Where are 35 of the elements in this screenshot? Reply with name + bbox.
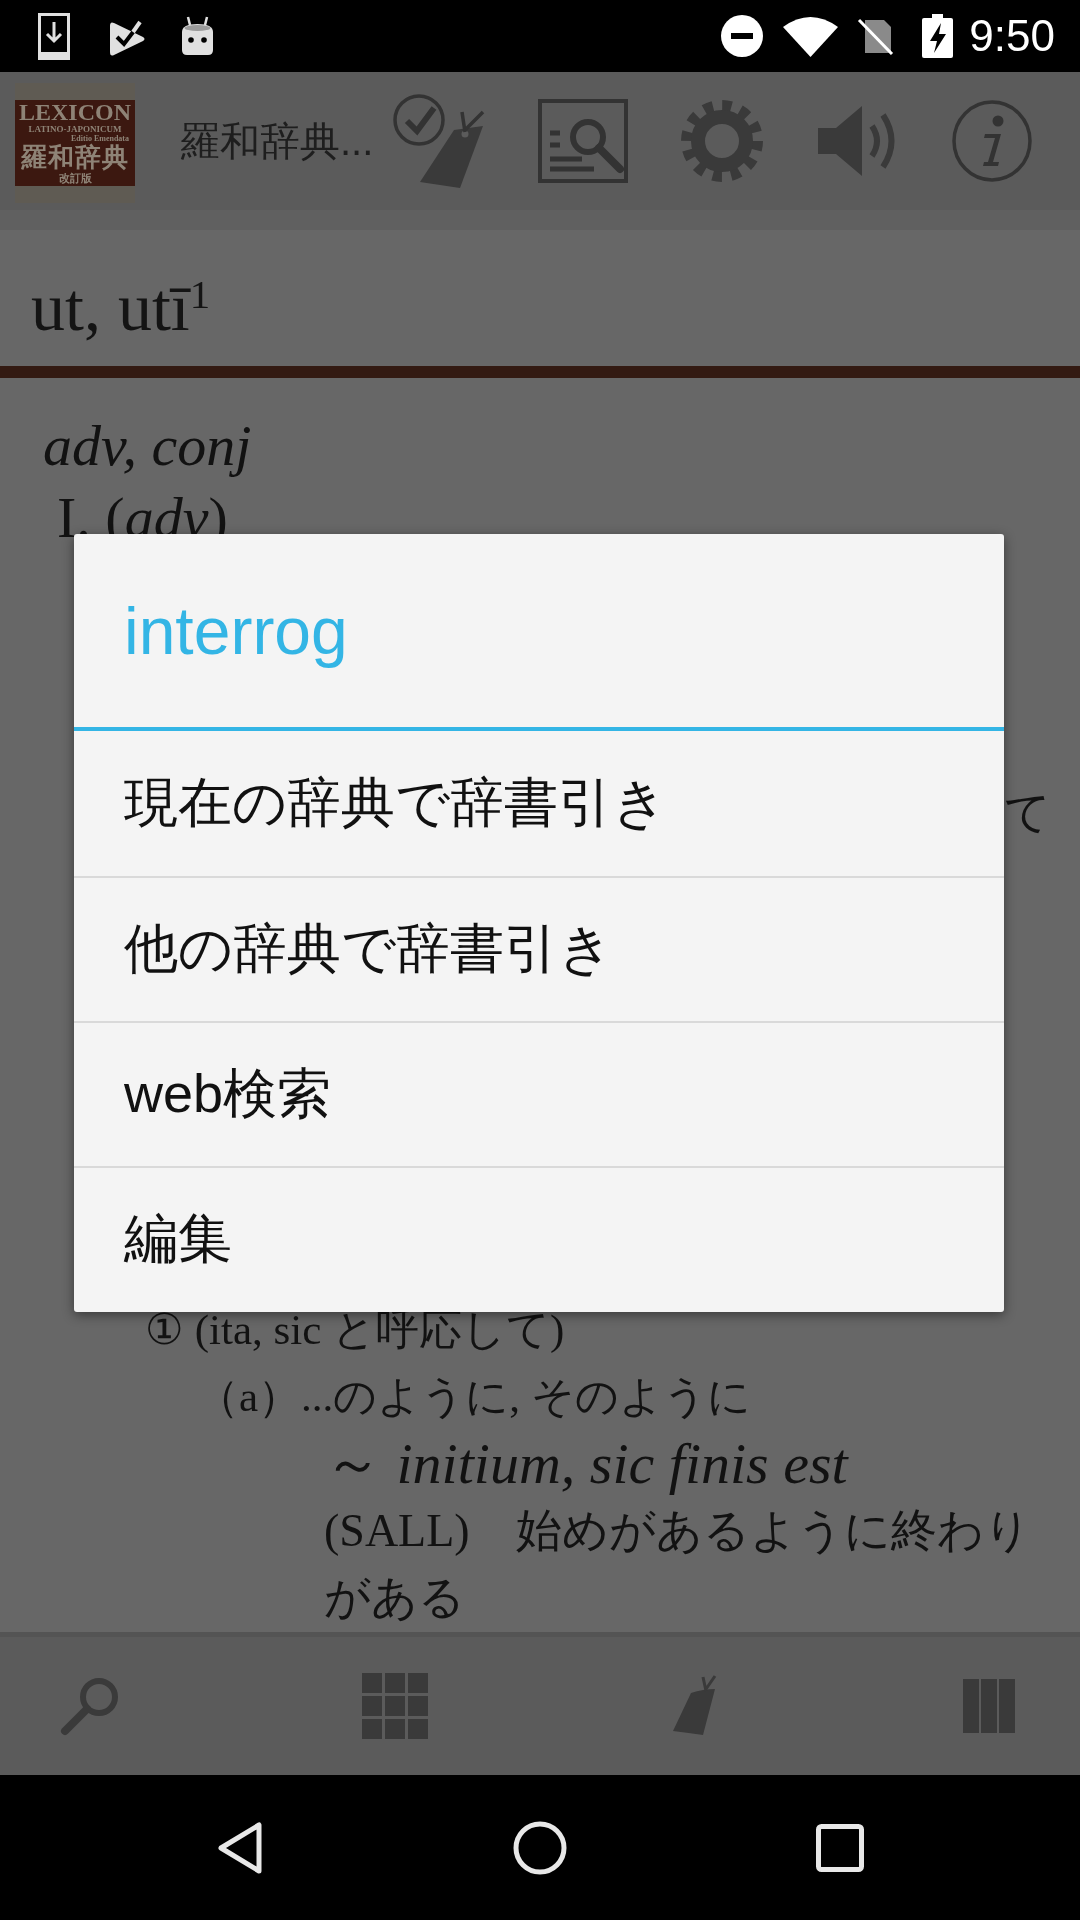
battery-charging-icon bbox=[922, 14, 954, 58]
back-icon[interactable] bbox=[217, 1820, 263, 1875]
recents-icon[interactable] bbox=[816, 1823, 864, 1872]
columns-icon[interactable] bbox=[963, 1679, 1015, 1733]
dialog-title: interrog bbox=[124, 592, 348, 669]
wifi-icon bbox=[783, 15, 839, 57]
info-icon[interactable] bbox=[952, 100, 1032, 182]
document-search-icon[interactable] bbox=[538, 99, 628, 183]
download-icon bbox=[38, 12, 70, 60]
grid-icon[interactable] bbox=[362, 1673, 428, 1739]
settings-icon[interactable] bbox=[680, 99, 764, 183]
no-sim-icon bbox=[856, 17, 895, 55]
logo-latin-subtitle: LATINO-JAPONICUM bbox=[28, 124, 122, 134]
do-not-disturb-icon bbox=[721, 15, 764, 57]
menu-item[interactable]: 編集 bbox=[74, 1166, 1004, 1311]
toolbar-title: 羅和辞典... bbox=[180, 117, 374, 165]
part-of-speech-text: adv, conj bbox=[43, 412, 252, 480]
headword: ut, utī$^{1}$ bbox=[31, 268, 211, 347]
home-icon[interactable] bbox=[513, 1820, 567, 1875]
logo-latin-title: LEXICON bbox=[19, 100, 131, 124]
status-time: 9:50 bbox=[969, 14, 1055, 58]
menu-item[interactable]: 他の辞典で辞書引き bbox=[74, 876, 1004, 1021]
sense-text: （a）...のように, そのように bbox=[196, 1372, 751, 1422]
logo-japanese-title: 羅和辞典 bbox=[21, 143, 129, 172]
translation-text: (SALL) 始めがあるように終わりがある bbox=[324, 1504, 1032, 1625]
search-icon[interactable] bbox=[59, 1675, 121, 1737]
menu-item[interactable]: web検索 bbox=[74, 1021, 1004, 1166]
tag-check-icon[interactable] bbox=[392, 94, 486, 188]
example-text: ～ initium, sic finis est bbox=[324, 1430, 848, 1497]
logo-revised-text: 改訂版 bbox=[58, 172, 92, 185]
app-logo[interactable]: LEXICON LATINO-JAPONICUM Editio Emendata 羅和辞典 改訂版 bbox=[15, 83, 135, 203]
logo-edition-text: Editio Emendata bbox=[71, 134, 129, 143]
robot-icon bbox=[180, 16, 215, 56]
menu-item[interactable]: 現在の辞典で辞書引き bbox=[74, 731, 1004, 876]
text-fragment: て bbox=[1004, 786, 1051, 840]
